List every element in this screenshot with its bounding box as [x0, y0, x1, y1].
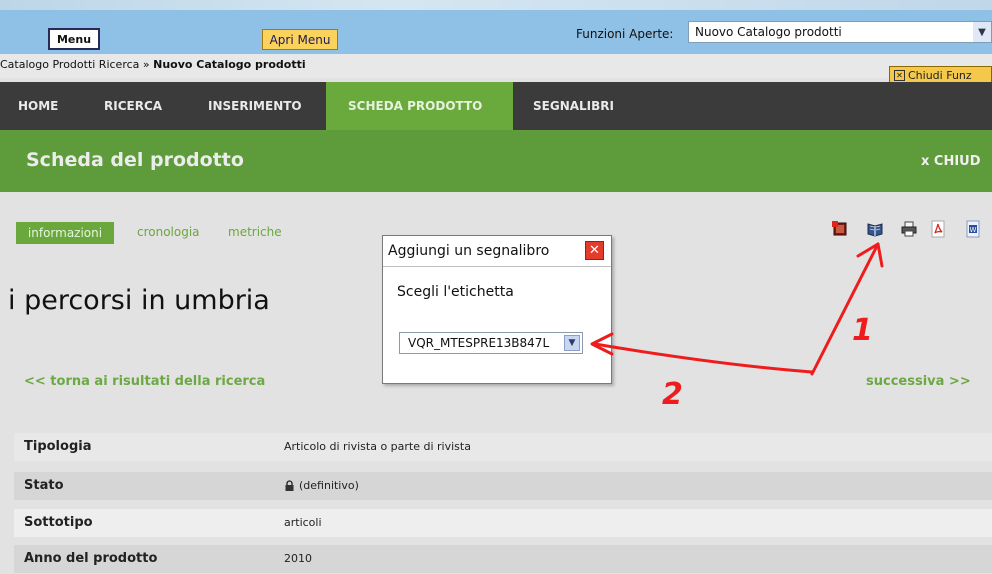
dialog-label: Scegli l'etichetta	[397, 284, 514, 300]
tab-metriche[interactable]: metriche	[228, 225, 282, 239]
breadcrumb-separator: »	[139, 58, 154, 71]
apri-menu-button[interactable]: Apri Menu	[262, 29, 338, 50]
page-title: Scheda del prodotto	[26, 149, 244, 171]
product-title: i percorsi in umbria	[8, 285, 270, 316]
funzioni-aperte-label: Funzioni Aperte:	[576, 27, 674, 41]
detail-value: 2010	[284, 552, 312, 565]
breadcrumb-current: Nuovo Catalogo prodotti	[153, 58, 306, 71]
lock-icon	[285, 479, 294, 491]
breadcrumb: Catalogo Prodotti Ricerca » Nuovo Catalo…	[0, 58, 306, 71]
tab-informazioni[interactable]: informazioni	[16, 222, 114, 244]
print-icon[interactable]	[900, 220, 918, 238]
detail-value-wrap: (definitivo)	[284, 479, 359, 492]
nav-item-inserimento[interactable]: INSERIMENTO	[208, 82, 302, 130]
dialog-close-icon[interactable]: ✕	[585, 241, 604, 260]
nav-item-home[interactable]: HOME	[18, 82, 58, 130]
menu-button[interactable]: Menu	[48, 28, 100, 50]
back-to-results-link[interactable]: << torna ai risultati della ricerca	[24, 374, 265, 389]
label-select[interactable]: VQR_MTESPRE13B847L ▼	[399, 332, 583, 354]
detail-value: articoli	[284, 516, 322, 529]
detail-label: Anno del prodotto	[24, 551, 158, 566]
funzioni-selected-value: Nuovo Catalogo prodotti	[695, 25, 842, 39]
pdf-icon[interactable]	[929, 220, 947, 238]
nav-item-ricerca[interactable]: RICERCA	[104, 82, 162, 130]
book-icon[interactable]	[866, 220, 884, 238]
table-row: Stato (definitivo)	[14, 472, 992, 500]
detail-label: Tipologia	[24, 439, 92, 454]
nav-item-scheda-prodotto[interactable]: SCHEDA PRODOTTO	[348, 82, 482, 130]
dialog-title: Aggiungi un segnalibro	[388, 243, 550, 259]
breadcrumb-parent[interactable]: Catalogo Prodotti Ricerca	[0, 58, 139, 71]
table-row: Sottotipo articoli	[14, 509, 992, 537]
svg-text:W: W	[970, 226, 977, 234]
bookmark-remove-icon[interactable]	[831, 220, 849, 238]
detail-value: Articolo di rivista o parte di rivista	[284, 440, 471, 453]
detail-label: Stato	[24, 478, 64, 493]
funzioni-aperte-select[interactable]: Nuovo Catalogo prodotti ▼	[688, 21, 992, 43]
next-link[interactable]: successiva >>	[866, 374, 971, 389]
close-scheda-link[interactable]: x CHIUD	[921, 154, 981, 169]
table-row: Anno del prodotto 2010	[14, 545, 992, 573]
detail-label: Sottotipo	[24, 515, 93, 530]
nav-item-segnalibri[interactable]: SEGNALIBRI	[533, 82, 614, 130]
tab-cronologia[interactable]: cronologia	[137, 225, 200, 239]
chevron-down-icon[interactable]: ▼	[564, 335, 580, 351]
table-row: Tipologia Articolo di rivista o parte di…	[14, 433, 992, 461]
dialog-divider	[383, 266, 611, 267]
close-icon: ✕	[894, 69, 905, 81]
chevron-down-icon[interactable]: ▼	[973, 22, 991, 42]
chiudi-funzione-label: Chiudi Funz	[908, 68, 972, 82]
detail-value: (definitivo)	[299, 479, 359, 492]
label-select-value: VQR_MTESPRE13B847L	[408, 336, 550, 350]
window-top-stripe	[0, 0, 992, 10]
word-icon[interactable]: W	[964, 220, 982, 238]
